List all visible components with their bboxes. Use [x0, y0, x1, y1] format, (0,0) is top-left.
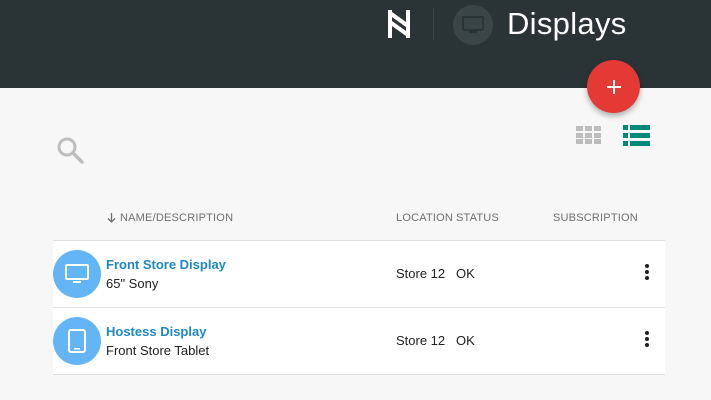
list-view-icon[interactable] [623, 125, 650, 146]
page-title: Displays [507, 6, 627, 41]
plus-icon [606, 79, 621, 94]
arrow-down-icon [107, 213, 116, 223]
display-description: Front Store Tablet [106, 343, 210, 358]
display-name[interactable]: Hostess Display [106, 324, 206, 339]
more-vert-icon [645, 264, 649, 280]
display-avatar [53, 317, 101, 365]
brand-logo-icon[interactable] [387, 8, 411, 40]
column-header-location[interactable]: LOCATION [396, 212, 453, 224]
display-location: Store 12 [396, 333, 446, 348]
more-options-button[interactable] [638, 328, 656, 350]
column-header-subscription[interactable]: SUBSCRIPTION [553, 212, 638, 224]
display-name[interactable]: Front Store Display [106, 257, 226, 272]
monitor-icon [462, 16, 484, 33]
monitor-icon [65, 264, 89, 283]
more-options-button[interactable] [638, 261, 656, 283]
display-status: OK [456, 266, 475, 281]
display-location: Store 12 [396, 266, 446, 281]
column-header-name[interactable]: NAME/DESCRIPTION [107, 212, 233, 224]
table-header: NAME/DESCRIPTION LOCATION STATUS SUBSCRI… [53, 200, 665, 241]
table-row[interactable]: Hostess Display Front Store Tablet Store… [53, 308, 665, 375]
more-vert-icon [645, 331, 649, 347]
column-header-status[interactable]: STATUS [456, 212, 499, 224]
search-icon[interactable] [56, 136, 84, 164]
section-avatar [453, 5, 493, 45]
displays-table: NAME/DESCRIPTION LOCATION STATUS SUBSCRI… [53, 200, 665, 375]
table-row[interactable]: Front Store Display 65" Sony Store 12 OK [53, 241, 665, 308]
display-status: OK [456, 333, 475, 348]
column-header-name-label: NAME/DESCRIPTION [120, 212, 234, 224]
tablet-icon [68, 329, 86, 353]
grid-view-icon[interactable] [576, 126, 601, 144]
display-description: 65" Sony [106, 276, 159, 291]
header-divider [433, 8, 434, 40]
add-display-button[interactable] [587, 60, 640, 113]
display-avatar [53, 250, 101, 298]
